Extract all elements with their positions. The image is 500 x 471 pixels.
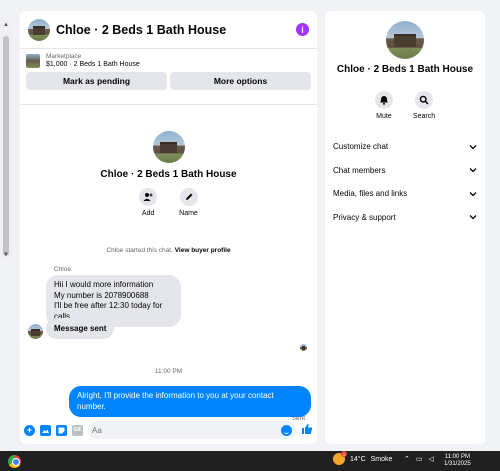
chevron-up-icon[interactable]: ⌃ [404, 455, 410, 463]
menu-label: Chat members [333, 165, 386, 175]
volume-icon[interactable]: ◁ [429, 455, 434, 463]
message-line: My number is 2078900688 [54, 290, 149, 300]
chevron-down-icon [469, 143, 477, 151]
seen-indicator-avatar [300, 344, 307, 351]
chat-title[interactable]: Chloe · 2 Beds 1 Bath House [56, 23, 296, 37]
taskbar: 1 14°C Smoke ⌃ ▭ ◁ 11:00 PM 1/31/2025 [0, 451, 500, 471]
page-scrollbar[interactable]: ▲ ▼ [0, 22, 12, 260]
menu-customize-chat[interactable]: Customize chat [333, 135, 477, 159]
listing-price-title[interactable]: $1,000 · 2 Beds 1 Bath House [46, 61, 140, 68]
emoji-icon[interactable] [281, 424, 292, 436]
weather-badge: 1 [341, 451, 347, 457]
chat-started-notice: Chloe started this chat. View buyer prof… [20, 247, 317, 254]
network-icon[interactable]: ▭ [416, 455, 423, 463]
chevron-down-icon [469, 213, 477, 221]
menu-chat-members[interactable]: Chat members [333, 159, 477, 183]
system-clock[interactable]: 11:00 PM 1/31/2025 [444, 454, 471, 468]
started-text: Chloe started this chat. [106, 247, 173, 254]
gif-icon[interactable]: GIF [72, 424, 83, 436]
weather-icon: 1 [333, 451, 347, 465]
menu-label: Privacy & support [333, 212, 396, 222]
sender-name: Chloe [54, 266, 71, 273]
thumbs-up-icon[interactable] [301, 423, 313, 438]
temperature: 14°C [350, 455, 366, 463]
system-tray: ⌃ ▭ ◁ [404, 455, 434, 463]
message-bubble[interactable]: Message sent [46, 318, 115, 339]
info-avatar[interactable] [386, 21, 424, 59]
composer-bar: + GIF [20, 416, 317, 444]
search-button[interactable]: Search [413, 91, 435, 120]
add-person-icon [139, 188, 158, 206]
message-input[interactable] [92, 425, 281, 435]
name-button[interactable]: Name [179, 188, 198, 217]
chat-header: Chloe · 2 Beds 1 Bath House i [20, 11, 317, 49]
photo-icon[interactable] [40, 424, 51, 436]
mark-as-pending-button[interactable]: Mark as pending [26, 72, 167, 90]
sender-avatar[interactable] [28, 324, 43, 339]
chevron-down-icon [469, 166, 477, 174]
message-line: Hii I would more information [54, 280, 154, 289]
menu-privacy-support[interactable]: Privacy & support [333, 206, 477, 230]
menu-media-files-links[interactable]: Media, files and links [333, 182, 477, 206]
menu-label: Media, files and links [333, 189, 408, 199]
search-label: Search [412, 113, 436, 120]
clock-date: 1/31/2025 [444, 461, 471, 467]
chat-profile: Chloe · 2 Beds 1 Bath House Add Name [20, 131, 317, 217]
chrome-icon[interactable] [8, 454, 21, 468]
info-name: Chloe · 2 Beds 1 Bath House [336, 64, 474, 75]
pencil-icon [179, 188, 198, 206]
clock-time: 11:00 PM [444, 454, 470, 460]
chat-info-panel: Chloe · 2 Beds 1 Bath House Mute Search … [325, 11, 485, 444]
info-menu: Customize chat Chat members Media, files… [333, 135, 477, 229]
weather-widget[interactable]: 1 14°C Smoke [333, 451, 393, 465]
chat-panel: Chloe · 2 Beds 1 Bath House i Marketplac… [20, 11, 317, 444]
chevron-down-icon [469, 190, 477, 198]
message-list[interactable]: Chloe · 2 Beds 1 Bath House Add Name Chl… [20, 106, 317, 426]
add-label: Add [141, 210, 155, 217]
sticker-icon[interactable] [56, 424, 67, 436]
name-label: Name [179, 210, 198, 217]
mute-button[interactable]: Mute [374, 91, 393, 120]
profile-avatar[interactable] [152, 131, 185, 163]
listing-thumbnail[interactable] [26, 53, 40, 68]
more-options-button[interactable]: More options [170, 72, 311, 90]
mute-label: Mute [376, 113, 392, 120]
outgoing-message-bubble[interactable]: Alright, I'll provide the information to… [69, 386, 311, 417]
profile-name: Chloe · 2 Beds 1 Bath House [100, 169, 237, 180]
weather-condition: Smoke [370, 455, 393, 463]
scrollbar-thumb[interactable] [3, 36, 9, 256]
chat-avatar[interactable] [28, 18, 50, 41]
scroll-up-icon[interactable]: ▲ [3, 22, 9, 28]
marketplace-listing: Marketplace $1,000 · 2 Beds 1 Bath House… [20, 49, 317, 105]
plus-icon[interactable]: + [24, 424, 35, 436]
add-button[interactable]: Add [139, 188, 158, 217]
menu-label: Customize chat [333, 142, 389, 152]
bell-icon [374, 91, 393, 109]
info-icon[interactable]: i [296, 23, 309, 36]
time-separator: 11:00 PM [154, 368, 183, 375]
scroll-down-icon[interactable]: ▼ [3, 252, 9, 258]
search-icon [415, 91, 433, 109]
message-input-container[interactable] [88, 421, 296, 439]
view-buyer-profile-link[interactable]: View buyer profile [175, 247, 231, 254]
marketplace-label: Marketplace [46, 53, 82, 60]
